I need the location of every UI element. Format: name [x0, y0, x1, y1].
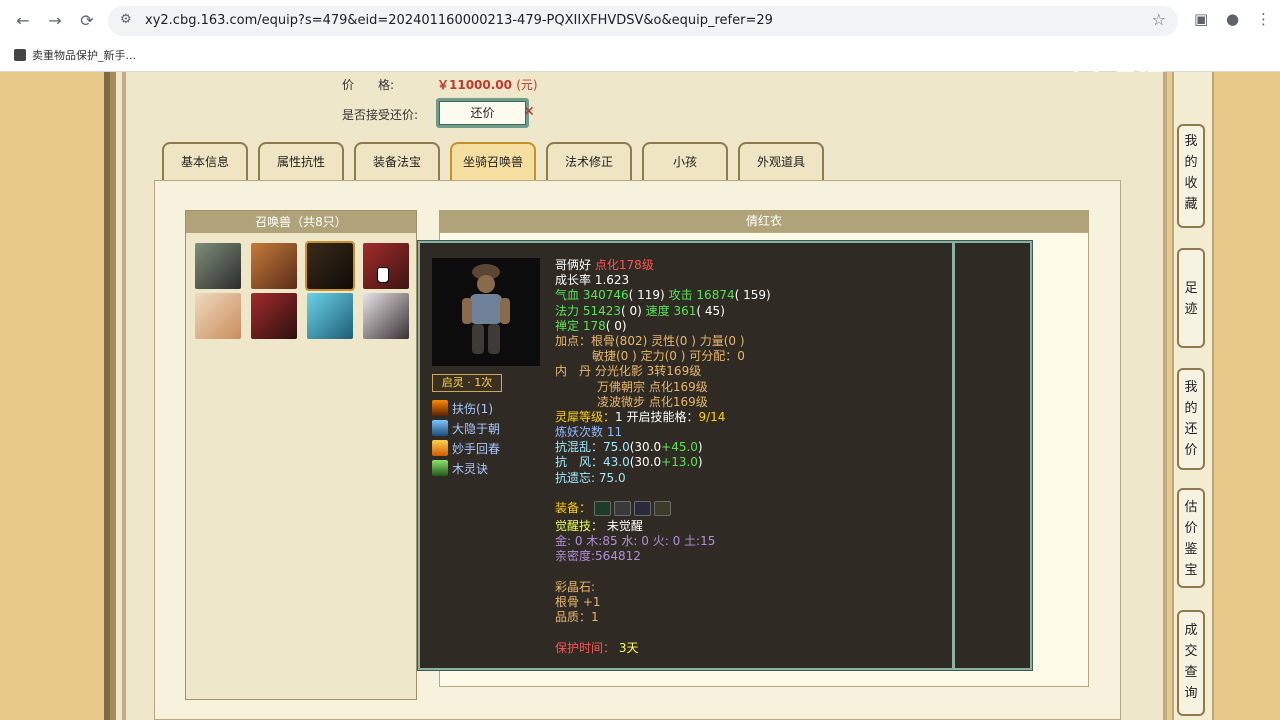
- skill-name: 妙手回春: [452, 441, 501, 456]
- neidan-row-2: 万佛朝宗 点化169级: [597, 379, 708, 394]
- side-panel-icon[interactable]: ▣: [1194, 10, 1208, 28]
- summon-list: 召唤兽（共8只）: [185, 210, 417, 700]
- summon-large-portrait: [432, 258, 540, 366]
- qiling-badge: 启灵 · 1次: [432, 374, 502, 392]
- summon-portrait[interactable]: [251, 293, 297, 339]
- resist-forget-row: 抗遗忘: 75.0: [555, 470, 626, 485]
- price-unit: (元): [516, 78, 538, 92]
- menu-icon[interactable]: ⋮: [1256, 10, 1271, 28]
- summon-portrait[interactable]: [307, 293, 353, 339]
- tab-mounts-summons[interactable]: 坐骑召唤兽: [450, 142, 536, 180]
- equipment-gem-icon[interactable]: [654, 501, 672, 516]
- skill-name: 扶伤(1): [452, 401, 493, 416]
- summon-figure-icon: [432, 258, 540, 366]
- mouse-cursor-icon: [377, 267, 389, 283]
- intimacy-row: 亲密度:564812: [555, 549, 641, 564]
- hidden-skill-icon: [432, 420, 448, 436]
- bookmark-favicon-icon: [14, 49, 26, 61]
- skill-item[interactable]: 扶伤(1): [432, 398, 500, 418]
- hp-attack-row: 气血 340746( 119) 攻击 16874( 159): [555, 288, 771, 303]
- price-value: ￥11000.00 (元): [437, 78, 538, 92]
- side-nav-favorites[interactable]: 我的收藏: [1177, 124, 1205, 228]
- summon-info: 哥俩好 点化178级 成长率 1.623 气血 340746( 119) 攻击 …: [555, 258, 945, 656]
- growth-rate: 成长率 1.623: [555, 273, 630, 288]
- equipment-armor-icon[interactable]: [634, 501, 652, 516]
- profile-icon[interactable]: ●: [1226, 10, 1239, 28]
- summon-tooltip: 启灵 · 1次 扶伤(1) 大隐于朝 妙手回春 木灵诀 哥俩好 点化178级 成…: [418, 241, 1032, 670]
- summon-level: 点化178级: [594, 258, 654, 272]
- resist-wind-row: 抗 风：43.0(30.0+13.0): [555, 455, 703, 470]
- neidan-row-3: 凌波微步 点化169级: [597, 394, 708, 409]
- summon-portrait[interactable]: [195, 243, 241, 289]
- forward-icon[interactable]: →: [44, 10, 66, 32]
- close-icon[interactable]: ✕: [523, 104, 535, 120]
- skill-item[interactable]: 妙手回春: [432, 438, 500, 458]
- summon-portrait[interactable]: [195, 293, 241, 339]
- summon-detail-header: 倩红衣: [439, 210, 1089, 232]
- left-decoration: [0, 72, 116, 720]
- side-nav-deals[interactable]: 成交查询: [1177, 610, 1205, 716]
- url-text[interactable]: xy2.cbg.163.com/equip?s=479&eid=20240116…: [145, 13, 773, 28]
- points-row-1: 加点：根骨(802) 灵性(0 ) 力量(0 ): [555, 333, 745, 348]
- skill-list: 扶伤(1) 大隐于朝 妙手回春 木灵诀: [432, 398, 500, 478]
- summon-name: 哥俩好: [555, 258, 592, 272]
- side-nav-footprints[interactable]: 足迹: [1177, 248, 1205, 348]
- bookmark-star-icon[interactable]: ☆: [1152, 10, 1166, 29]
- neidan-row-1: 内 丹 分光化影 3转169级: [555, 364, 702, 379]
- heal-skill-icon: [432, 440, 448, 456]
- side-nav-my-offers[interactable]: 我的还价: [1177, 368, 1205, 470]
- lingxi-row: 灵犀等级：1 开启技能格：9/14: [555, 409, 726, 424]
- ding-row: 禅定 178( 0): [555, 318, 627, 333]
- counter-offer-button[interactable]: 还价: [436, 98, 529, 128]
- skill-item[interactable]: 大隐于朝: [432, 418, 500, 438]
- colorstone-label: 彩晶石:: [555, 579, 596, 594]
- elements-row: 金: 0 木:85 水: 0 火: 0 土:15: [555, 534, 716, 549]
- tooltip-divider: [952, 243, 955, 668]
- reload-icon[interactable]: ⟳: [76, 10, 98, 32]
- equipment-weapon-icon[interactable]: [614, 501, 632, 516]
- mp-speed-row: 法力 51423( 0) 速度 361( 45): [555, 303, 725, 318]
- resist-chaos-row: 抗混乱：75.0(30.0+45.0): [555, 440, 703, 455]
- equipment-ring-icon[interactable]: [594, 501, 612, 516]
- skill-name: 木灵诀: [452, 461, 489, 476]
- tab-basic-info[interactable]: 基本信息: [162, 142, 248, 180]
- skill-name: 大隐于朝: [452, 421, 501, 436]
- tab-equipment[interactable]: 装备法宝: [354, 142, 440, 180]
- bookmark-label: 卖重物品保护_新手...: [32, 49, 136, 62]
- summon-portrait[interactable]: [251, 243, 297, 289]
- tab-attributes[interactable]: 属性抗性: [258, 142, 344, 180]
- summon-list-header: 召唤兽（共8只）: [186, 211, 416, 233]
- site-info-icon[interactable]: ⚙: [120, 12, 132, 27]
- bookmark-item[interactable]: 卖重物品保护_新手...: [14, 46, 136, 64]
- side-nav-appraisal[interactable]: 估价鉴宝: [1177, 488, 1205, 588]
- points-row-2: 敏捷(0 ) 定力(0 ) 可分配：0: [592, 349, 745, 364]
- wood-skill-icon: [432, 460, 448, 476]
- protect-time-row: 保护时间： 3天: [555, 640, 639, 655]
- equipment-row: 装备：: [555, 501, 945, 519]
- tab-children[interactable]: 小孩: [642, 142, 728, 180]
- address-bar[interactable]: ⚙ xy2.cbg.163.com/equip?s=479&eid=202401…: [108, 6, 1178, 36]
- fire-skill-icon: [432, 400, 448, 416]
- summon-portrait[interactable]: [305, 241, 355, 291]
- tab-appearance[interactable]: 外观道具: [738, 142, 824, 180]
- colorstone-attr: 根骨 +1: [555, 594, 601, 609]
- tab-spell-correction[interactable]: 法术修正: [546, 142, 632, 180]
- counter-offer-label: 是否接受还价:: [342, 108, 419, 122]
- skill-item[interactable]: 木灵诀: [432, 458, 500, 478]
- quality-row: 品质：1: [555, 610, 599, 625]
- lianyao-row: 炼妖次数 11: [555, 425, 623, 440]
- awaken-row: 觉醒技： 未觉醒: [555, 519, 643, 533]
- back-icon[interactable]: ←: [12, 10, 34, 32]
- price-label: 价 格:: [342, 78, 395, 92]
- summon-portrait[interactable]: [363, 293, 409, 339]
